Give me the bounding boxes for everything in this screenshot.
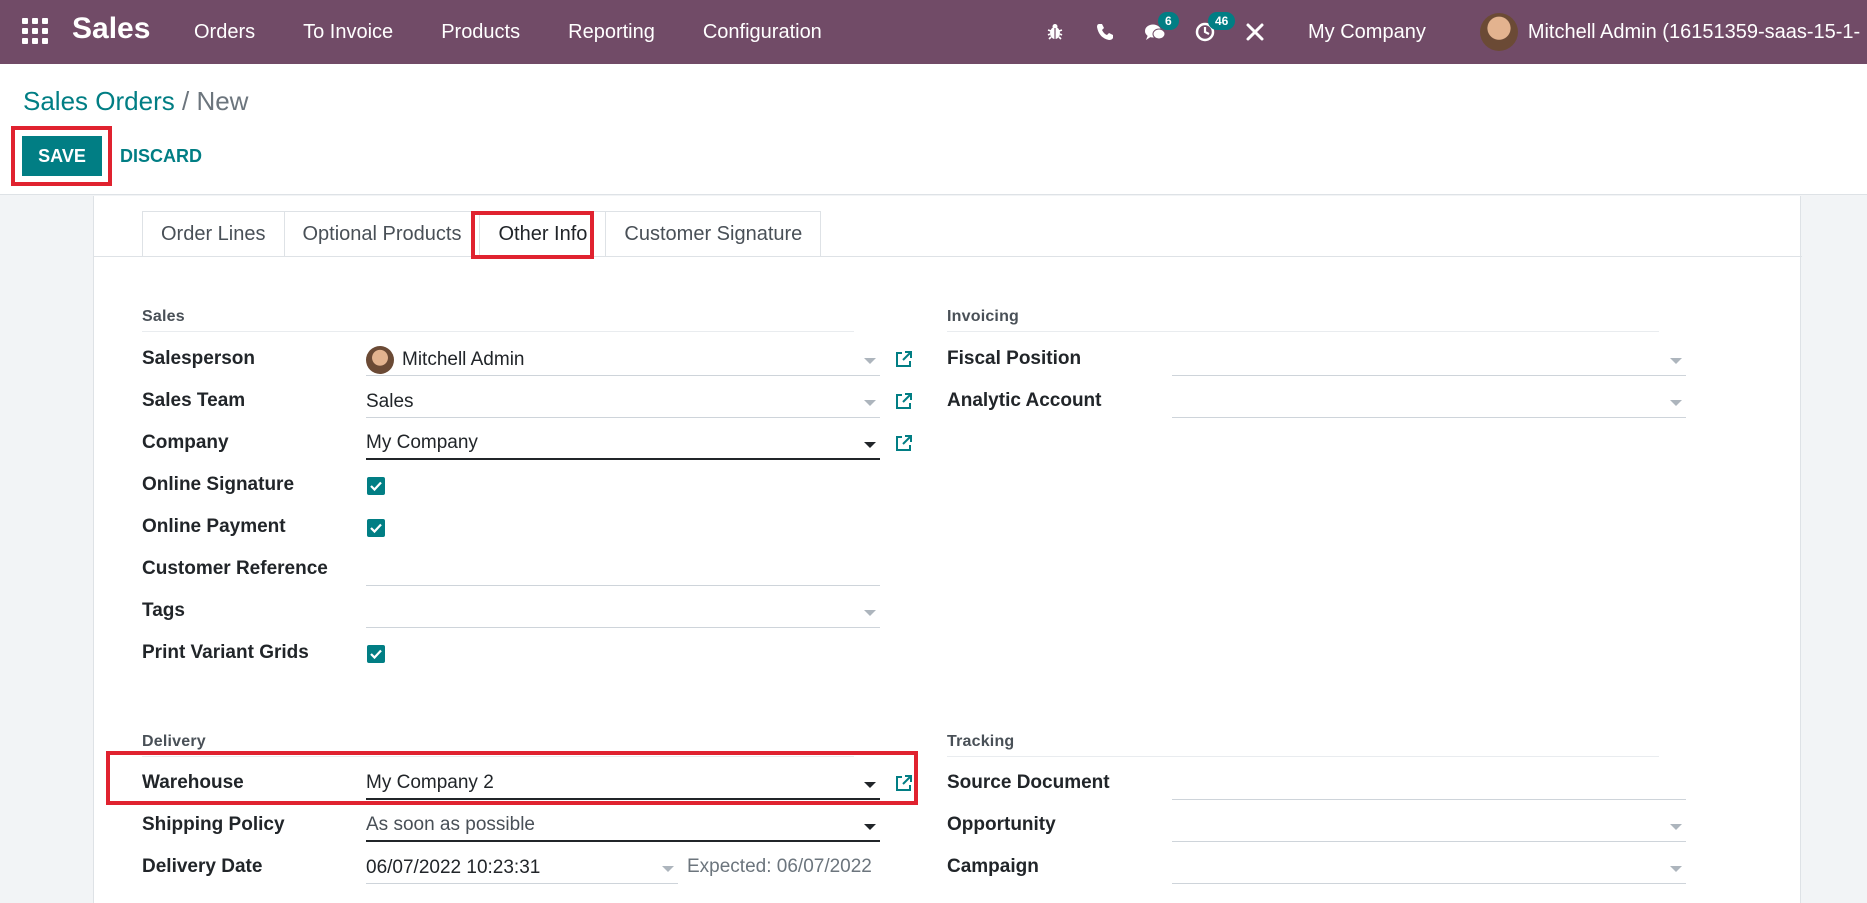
- external-link-icon[interactable]: [894, 349, 914, 369]
- chevron-down-icon: [1670, 400, 1682, 406]
- company-field[interactable]: My Company: [366, 428, 880, 460]
- group-divider: [947, 756, 1659, 757]
- chevron-down-icon: [864, 358, 876, 364]
- print-variant-grids-checkbox[interactable]: [367, 645, 385, 663]
- external-link-icon[interactable]: [894, 773, 914, 793]
- group-title-delivery: Delivery: [142, 733, 206, 750]
- phone-icon[interactable]: [1080, 0, 1130, 64]
- analytic-account-label: Analytic Account: [947, 390, 1102, 411]
- breadcrumb-current: New: [196, 86, 249, 116]
- main-menu: Orders To Invoice Products Reporting Con…: [170, 0, 846, 64]
- delivery-date-field[interactable]: 06/07/2022 10:23:31: [366, 852, 678, 884]
- menu-reporting[interactable]: Reporting: [568, 21, 655, 44]
- menu-configuration[interactable]: Configuration: [703, 21, 822, 44]
- campaign-label: Campaign: [947, 856, 1039, 877]
- chevron-down-icon: [864, 824, 876, 830]
- tab-order-lines[interactable]: Order Lines: [142, 211, 285, 257]
- delivery-date-value: 06/07/2022 10:23:31: [366, 856, 541, 878]
- delivery-date-label: Delivery Date: [142, 856, 263, 877]
- tab-optional-products[interactable]: Optional Products: [283, 211, 481, 257]
- sales-team-label: Sales Team: [142, 390, 246, 411]
- menu-orders[interactable]: Orders: [194, 21, 255, 44]
- breadcrumb-separator: /: [181, 86, 190, 116]
- top-navbar: Sales Orders To Invoice Products Reporti…: [0, 0, 1867, 64]
- chevron-down-icon: [864, 400, 876, 406]
- print-variant-grids-label: Print Variant Grids: [142, 642, 309, 663]
- breadcrumb: Sales Orders / New: [23, 86, 248, 117]
- sales-team-field[interactable]: Sales: [366, 386, 880, 418]
- expected-date: Expected: 06/07/2022: [687, 856, 872, 877]
- apps-menu-icon[interactable]: [22, 18, 48, 44]
- fiscal-position-label: Fiscal Position: [947, 348, 1082, 369]
- user-avatar[interactable]: [1479, 13, 1518, 51]
- tags-label: Tags: [142, 600, 185, 621]
- external-link-icon[interactable]: [894, 433, 914, 453]
- group-title-sales: Sales: [142, 308, 185, 325]
- tab-customer-signature[interactable]: Customer Signature: [605, 211, 822, 257]
- opportunity-field[interactable]: [1172, 810, 1686, 842]
- control-panel: Sales Orders / New SAVE DISCARD: [0, 64, 1867, 195]
- chevron-down-icon: [864, 782, 876, 788]
- menu-to-invoice[interactable]: To Invoice: [303, 21, 393, 44]
- warehouse-value: My Company 2: [366, 772, 494, 793]
- company-switcher[interactable]: My Company: [1308, 21, 1426, 44]
- opportunity-label: Opportunity: [947, 814, 1056, 835]
- chevron-down-icon: [1670, 358, 1682, 364]
- breadcrumb-sales-orders[interactable]: Sales Orders: [23, 86, 175, 116]
- salesperson-field[interactable]: Mitchell Admin: [366, 344, 880, 376]
- source-document-field[interactable]: [1172, 768, 1686, 800]
- chevron-down-icon: [1670, 824, 1682, 830]
- fiscal-position-field[interactable]: [1172, 344, 1686, 376]
- online-payment-label: Online Payment: [142, 516, 286, 537]
- form-sheet: Order Lines Optional Products Other Info…: [93, 196, 1802, 903]
- salesperson-label: Salesperson: [142, 348, 255, 369]
- warehouse-field[interactable]: My Company 2: [366, 768, 880, 800]
- user-menu[interactable]: Mitchell Admin (16151359-saas-15-1-: [1528, 21, 1860, 44]
- online-signature-label: Online Signature: [142, 474, 295, 495]
- salesperson-avatar: [366, 345, 394, 374]
- group-title-invoicing: Invoicing: [947, 308, 1020, 325]
- customer-reference-field[interactable]: [366, 554, 880, 586]
- app-brand[interactable]: Sales: [72, 12, 150, 46]
- online-signature-checkbox[interactable]: [367, 477, 385, 495]
- chevron-down-icon: [864, 610, 876, 616]
- tab-highlight-box: [471, 211, 594, 259]
- tabs-divider: [94, 256, 1802, 257]
- external-link-icon[interactable]: [894, 391, 914, 411]
- systray: 6 46 My Company Mitchell Admin (16151359…: [1030, 0, 1860, 64]
- chevron-down-icon: [864, 442, 876, 448]
- tools-icon[interactable]: [1230, 0, 1280, 64]
- shipping-policy-label: Shipping Policy: [142, 814, 285, 835]
- messages-icon[interactable]: 6: [1130, 0, 1180, 64]
- customer-reference-label: Customer Reference: [142, 558, 328, 579]
- chevron-down-icon: [662, 866, 674, 872]
- sales-team-value: Sales: [366, 390, 414, 412]
- company-value: My Company: [366, 432, 478, 453]
- online-payment-checkbox[interactable]: [367, 519, 385, 537]
- tags-field[interactable]: [366, 596, 880, 628]
- activities-icon[interactable]: 46: [1180, 0, 1236, 64]
- group-title-tracking: Tracking: [947, 733, 1015, 750]
- company-label: Company: [142, 432, 229, 453]
- shipping-policy-select[interactable]: As soon as possible: [366, 810, 880, 842]
- discard-button[interactable]: DISCARD: [120, 136, 202, 176]
- chevron-down-icon: [1670, 866, 1682, 872]
- campaign-field[interactable]: [1172, 852, 1686, 884]
- source-document-label: Source Document: [947, 772, 1110, 793]
- menu-products[interactable]: Products: [441, 21, 520, 44]
- group-divider: [142, 331, 854, 332]
- shipping-policy-value: As soon as possible: [366, 814, 535, 835]
- save-button[interactable]: SAVE: [22, 136, 102, 176]
- messages-badge: 6: [1158, 12, 1179, 30]
- salesperson-value: Mitchell Admin: [402, 348, 525, 370]
- bug-icon[interactable]: [1030, 0, 1080, 64]
- warehouse-label: Warehouse: [142, 772, 244, 793]
- analytic-account-field[interactable]: [1172, 386, 1686, 418]
- group-divider: [947, 331, 1659, 332]
